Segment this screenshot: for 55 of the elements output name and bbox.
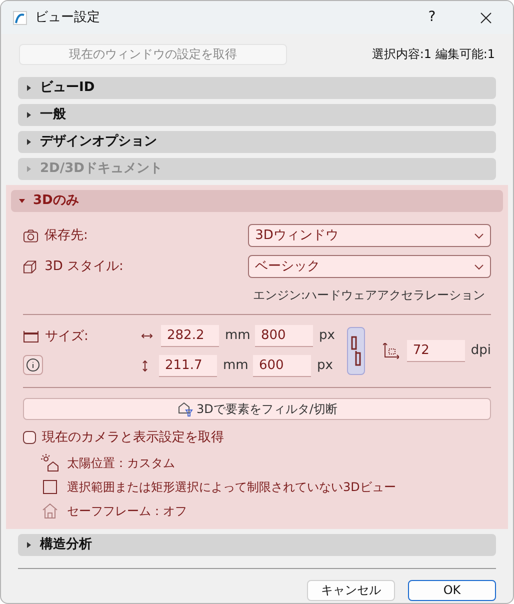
resolution-icon (382, 343, 399, 359)
caret-icon (26, 112, 32, 118)
caret-icon (26, 166, 32, 172)
camera-icon (23, 228, 39, 242)
section-header[interactable]: ビューID (18, 77, 496, 99)
info-text: 選択範囲または矩形選択によって制限されていない3Dビュー (67, 479, 396, 496)
caret-icon (19, 198, 25, 204)
height-arrow-icon (141, 360, 149, 372)
close-icon (480, 12, 492, 24)
px-unit: px (319, 327, 335, 346)
engine-text: エンジン:ハードウェアアクセラレーション (253, 287, 486, 304)
caret-icon (26, 85, 32, 91)
width-arrow-icon (141, 332, 153, 340)
camera-checkbox[interactable]: 現在のカメラと表示設定を取得 (23, 428, 491, 448)
number-field[interactable]: 600 (253, 355, 311, 377)
link-toggle[interactable] (347, 327, 365, 375)
house-frame-icon (41, 502, 59, 520)
section-header[interactable]: 構造分析 (18, 534, 496, 556)
mm-unit: mm (225, 327, 252, 346)
selection-frame-icon (42, 479, 58, 495)
number-field[interactable]: 211.7 (159, 355, 217, 377)
style-label: 3D スタイル: (44, 258, 124, 276)
size-frame-icon (23, 331, 39, 343)
info-button[interactable] (23, 354, 43, 375)
section-header[interactable]: デザインオプション (18, 131, 496, 153)
number-field[interactable]: 800 (255, 325, 313, 347)
save-to-label: 保存先: (44, 226, 89, 245)
checkbox[interactable] (23, 431, 36, 444)
number-field[interactable]: 282.2 (161, 325, 219, 347)
selection-info: 選択内容:1 編集可能:1 (372, 46, 495, 63)
section-header[interactable]: 3Dのみ (11, 190, 503, 212)
px-unit: px (317, 357, 333, 376)
cube-icon (23, 260, 37, 274)
dialog-button[interactable]: OK (408, 580, 496, 600)
chevron-icon (474, 232, 484, 238)
save-to-dropdown[interactable]: 3Dウィンドウ (248, 224, 491, 247)
number-field[interactable]: 72 (406, 340, 465, 362)
filter-cube-icon (176, 401, 193, 417)
dpi-unit: dpi (470, 342, 491, 360)
caret-icon (26, 542, 32, 548)
info-icon (26, 358, 40, 372)
chevron-icon (474, 264, 484, 270)
section-header[interactable]: 一般 (18, 104, 496, 126)
caret-icon (26, 139, 32, 145)
info-text: 太陽位置：カスタム (67, 455, 175, 472)
mm-unit: mm (223, 357, 250, 376)
help-button[interactable]: ? (417, 7, 447, 28)
filter-button[interactable]: 3Dで要素をフィルタ/切断 (23, 398, 491, 420)
app-logo-icon (13, 10, 27, 24)
sun-house-icon (41, 454, 59, 472)
window-title: ビュー設定 (35, 8, 100, 27)
size-label: サイズ: (45, 328, 88, 346)
info-text: セーフフレーム：オフ (67, 503, 187, 520)
style-dropdown[interactable]: ベーシック (248, 255, 491, 278)
dialog-button[interactable]: キャンセル (307, 580, 395, 600)
